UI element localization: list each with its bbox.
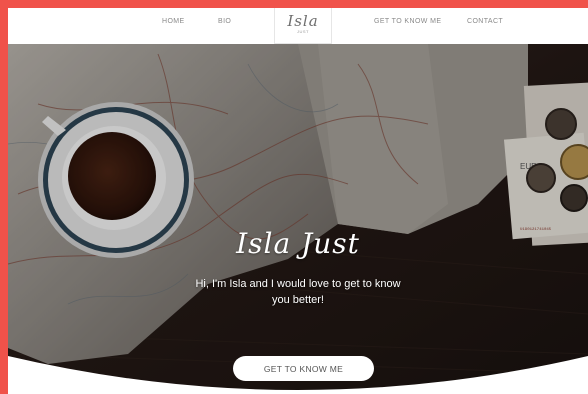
page-frame: HOME BIO Isla JUST GET TO KNOW ME CONTAC… <box>8 8 588 394</box>
get-to-know-me-button[interactable]: GET TO KNOW ME <box>233 356 374 381</box>
nav-contact-link[interactable]: CONTACT <box>467 18 503 25</box>
logo-script-text: Isla <box>287 12 319 30</box>
site-logo[interactable]: Isla JUST <box>274 8 332 44</box>
nav-bio-link[interactable]: BIO <box>218 18 231 25</box>
hero-section: EURO U190121741045 Isla Just Hi, I'm Isl… <box>8 44 588 394</box>
nav-get-to-know-me-link[interactable]: GET TO KNOW ME <box>374 18 441 25</box>
logo-small-text: JUST <box>297 29 309 34</box>
top-navigation: HOME BIO Isla JUST GET TO KNOW ME CONTAC… <box>8 8 588 44</box>
hero-background-image: EURO U190121741045 <box>8 44 588 394</box>
nav-home-link[interactable]: HOME <box>162 18 185 25</box>
hero-intro-text: Hi, I'm Isla and I would love to get to … <box>195 278 401 306</box>
hero-title: Isla Just <box>236 227 360 260</box>
